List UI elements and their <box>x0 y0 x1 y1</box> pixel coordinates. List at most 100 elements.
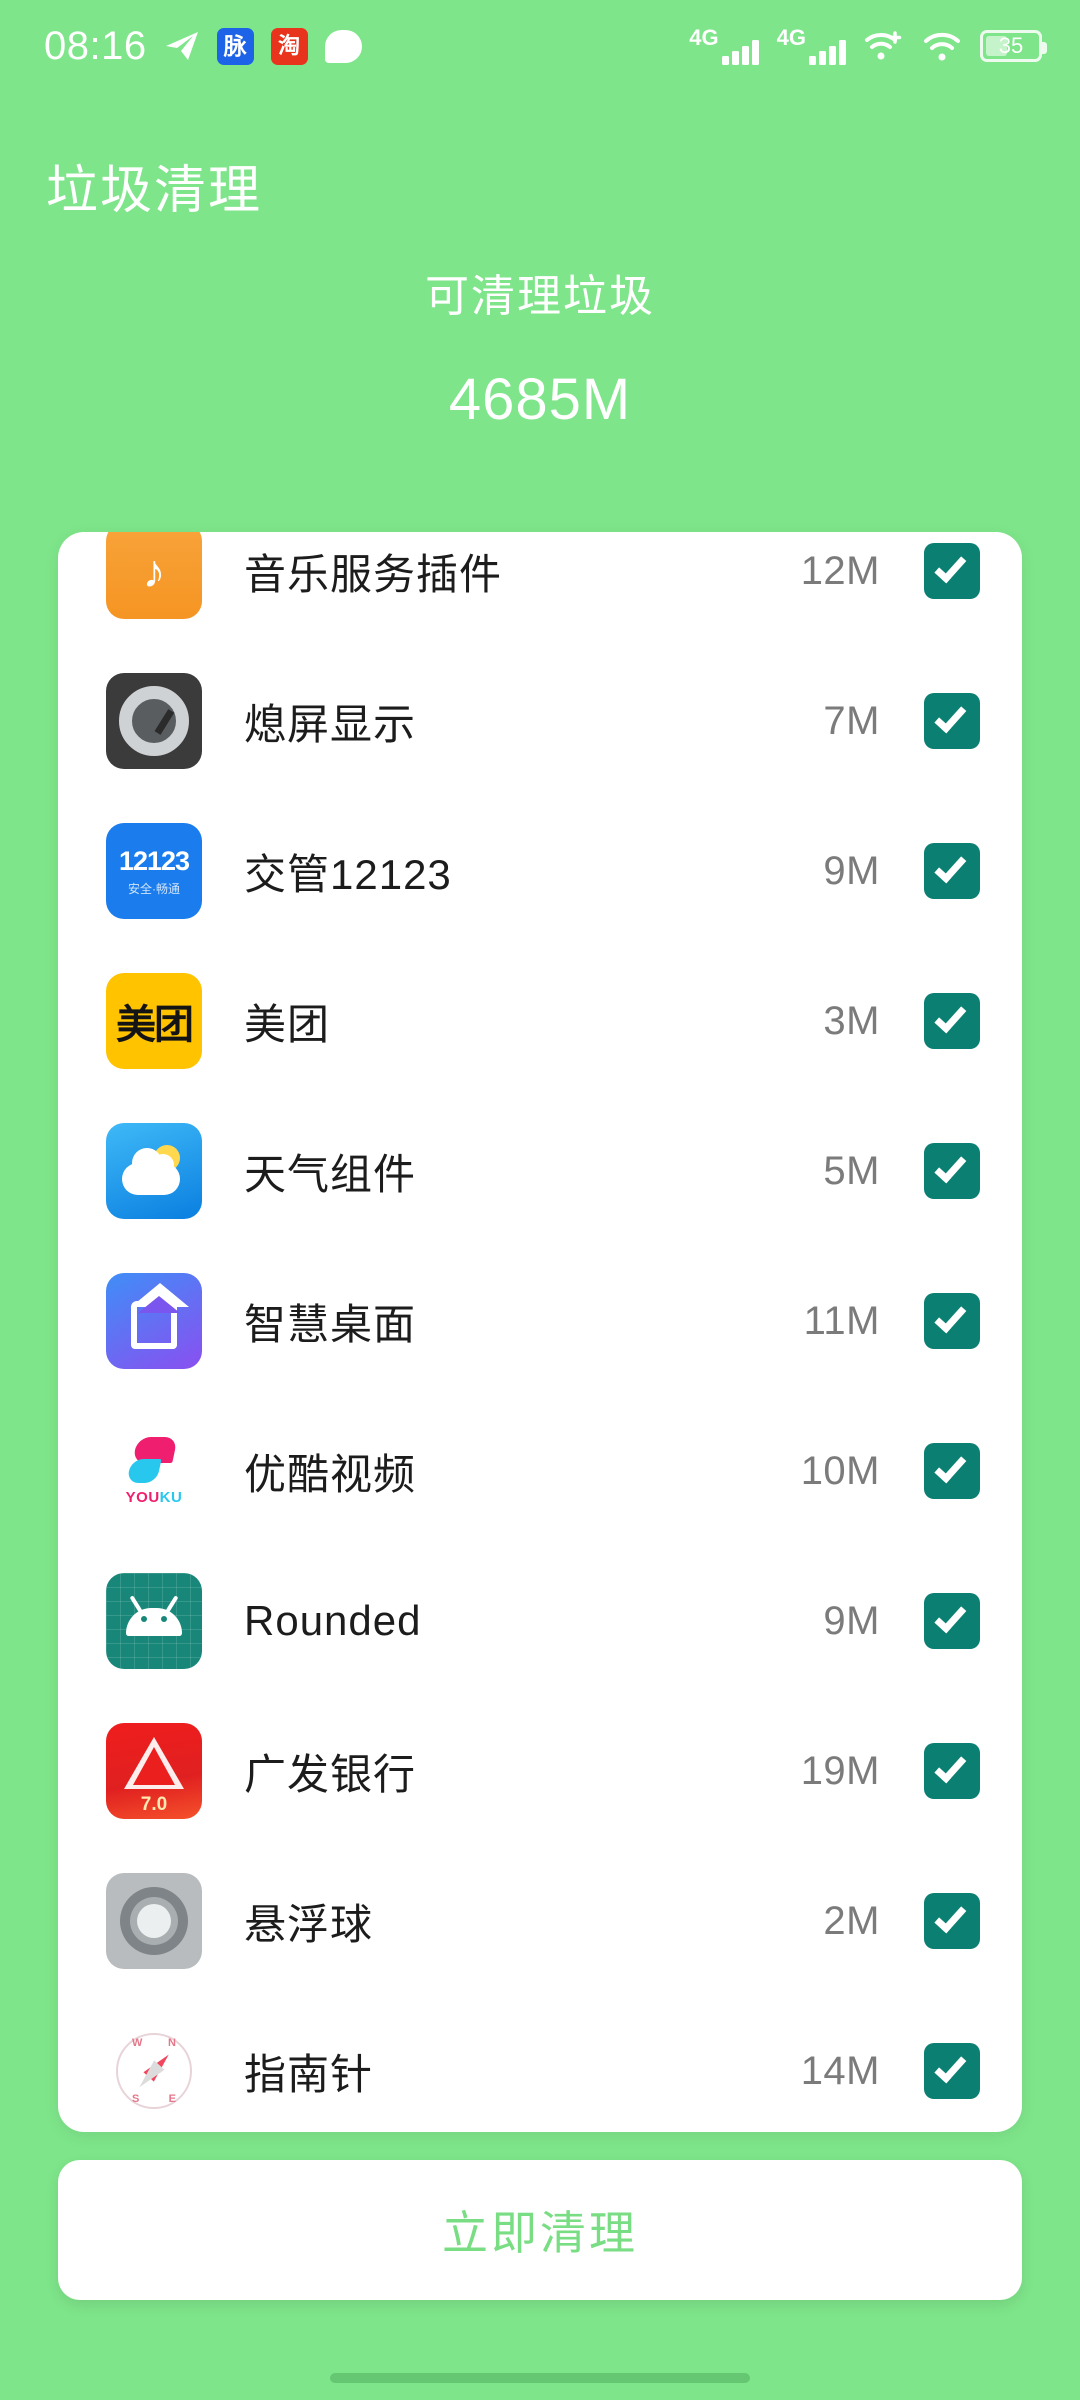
clean-now-button[interactable]: 立即清理 <box>58 2160 1022 2300</box>
always-on-display-icon <box>106 673 202 769</box>
maimai-glyph: 脉 <box>223 32 247 59</box>
maimai-app-icon: 脉 <box>216 27 254 65</box>
app-size: 12M <box>800 548 880 593</box>
row-checkbox[interactable] <box>924 693 980 749</box>
status-time: 08:16 <box>44 24 147 68</box>
table-row[interactable]: ♪ 音乐服务插件 12M <box>58 532 1022 646</box>
android-robot-glyph <box>126 1595 182 1636</box>
junk-summary: 可清理垃圾 4685M <box>0 260 1080 433</box>
status-bar: 08:16 脉 淘 4G 4G 35 <box>0 0 1080 92</box>
youku-wordmark: YOUKU <box>126 1489 183 1506</box>
status-bar-left: 08:16 脉 淘 <box>44 26 362 66</box>
junk-list-card[interactable]: ♪ 音乐服务插件 12M 熄屏显示 7M 12123 安全·畅通 交管12123… <box>58 532 1022 2132</box>
app-size: 10M <box>800 1448 880 1493</box>
app-size: 5M <box>823 1148 880 1193</box>
summary-value: 4685M <box>448 367 632 432</box>
compass-w-glyph: W <box>132 2037 143 2049</box>
status-bar-right: 4G 4G 35 <box>689 25 1047 65</box>
youku-word-b: KU <box>159 1488 183 1506</box>
app-name: 悬浮球 <box>244 1900 374 1948</box>
table-row[interactable]: 智慧桌面 11M <box>58 1246 1022 1396</box>
youku-mark <box>126 1436 181 1487</box>
app-size: 14M <box>800 2048 880 2093</box>
wifi-icon <box>922 31 962 61</box>
cgb-version-glyph: 7.0 <box>140 1794 168 1815</box>
junk-cleanup-screen: 08:16 脉 淘 4G 4G 35 垃圾清理 可清理垃圾 4685M ♪ 音乐… <box>0 0 1080 2400</box>
row-checkbox[interactable] <box>924 993 980 1049</box>
row-checkbox[interactable] <box>924 1293 980 1349</box>
meituan-glyph: 美团 <box>116 1003 194 1047</box>
summary-label: 可清理垃圾 <box>425 272 655 321</box>
junk-list[interactable]: ♪ 音乐服务插件 12M 熄屏显示 7M 12123 安全·畅通 交管12123… <box>58 532 1022 2132</box>
row-checkbox[interactable] <box>924 1593 980 1649</box>
app-name: 音乐服务插件 <box>244 550 503 598</box>
music-note-glyph: ♪ <box>142 545 166 597</box>
table-row[interactable]: N S W E 指南针 14M <box>58 1996 1022 2132</box>
app-size: 7M <box>823 698 880 743</box>
app-name: 天气组件 <box>244 1150 417 1198</box>
row-checkbox[interactable] <box>924 1143 980 1199</box>
taobao-app-icon: 淘 <box>270 27 308 65</box>
music-service-plugin-icon: ♪ <box>106 532 202 619</box>
app-size: 9M <box>823 848 880 893</box>
aod-ring <box>119 686 189 756</box>
wifi-plus-icon <box>864 31 904 61</box>
compass-e-glyph: E <box>168 2093 176 2105</box>
table-row[interactable]: 7.0 广发银行 19M <box>58 1696 1022 1846</box>
row-checkbox[interactable] <box>924 1443 980 1499</box>
table-row[interactable]: 熄屏显示 7M <box>58 646 1022 796</box>
youku-word-a: YOU <box>125 1488 160 1506</box>
table-row[interactable]: Rounded 9M <box>58 1546 1022 1696</box>
floating-ball-outer <box>120 1887 188 1955</box>
app-size: 11M <box>803 1298 880 1343</box>
sim1-signal-icon: 4G <box>689 25 759 65</box>
home-indicator[interactable] <box>330 2373 750 2383</box>
table-row[interactable]: 天气组件 5M <box>58 1096 1022 1246</box>
compass-face: N S W E <box>116 2033 192 2109</box>
sim2-signal-icon: 4G <box>777 27 846 65</box>
app-name: 熄屏显示 <box>244 700 417 748</box>
table-row[interactable]: 12123 安全·畅通 交管12123 9M <box>58 796 1022 946</box>
app-size: 3M <box>823 998 880 1043</box>
compass-s-glyph: S <box>132 2093 140 2105</box>
app-name: 指南针 <box>244 2050 374 2098</box>
jiaoguan-12123-icon: 12123 安全·畅通 <box>106 823 202 919</box>
rounded-android-icon <box>106 1573 202 1669</box>
app-size: 9M <box>823 1598 880 1643</box>
battery-level-label: 35 <box>998 33 1024 58</box>
compass-n-glyph: N <box>168 2037 176 2049</box>
message-bubble-icon <box>324 29 362 63</box>
floating-ball-icon <box>106 1873 202 1969</box>
jiaoguan-sub-glyph: 安全·畅通 <box>128 881 180 896</box>
battery-icon: 35 <box>980 30 1047 62</box>
table-row[interactable]: 悬浮球 2M <box>58 1846 1022 1996</box>
app-name: 优酷视频 <box>244 1450 417 1498</box>
row-checkbox[interactable] <box>924 1893 980 1949</box>
telegram-icon <box>164 29 200 63</box>
sim1-network-label: 4G <box>689 25 719 50</box>
row-checkbox[interactable] <box>924 843 980 899</box>
table-row[interactable]: YOUKU 优酷视频 10M <box>58 1396 1022 1546</box>
row-checkbox[interactable] <box>924 543 980 599</box>
row-checkbox[interactable] <box>924 2043 980 2099</box>
app-name: 交管12123 <box>244 850 452 898</box>
taobao-glyph: 淘 <box>278 33 301 58</box>
sim2-signal-bars <box>809 39 846 65</box>
sim1-signal-bars <box>721 39 759 65</box>
meituan-icon: 美团 <box>106 973 202 1069</box>
compass-icon: N S W E <box>106 2023 202 2119</box>
app-name: 美团 <box>244 1000 331 1048</box>
weather-widget-icon <box>106 1123 202 1219</box>
cgb-bank-icon: 7.0 <box>106 1723 202 1819</box>
app-name: 智慧桌面 <box>244 1300 417 1348</box>
page-title: 垃圾清理 <box>46 162 263 220</box>
app-name: 广发银行 <box>244 1750 417 1798</box>
app-size: 2M <box>823 1898 880 1943</box>
table-row[interactable]: 美团 美团 3M <box>58 946 1022 1096</box>
youku-video-icon: YOUKU <box>106 1423 202 1519</box>
row-checkbox[interactable] <box>924 1743 980 1799</box>
app-size: 19M <box>800 1748 880 1793</box>
app-name: Rounded <box>244 1597 422 1644</box>
clean-now-label: 立即清理 <box>442 2207 638 2259</box>
jiaoguan-number-glyph: 12123 <box>118 845 190 876</box>
